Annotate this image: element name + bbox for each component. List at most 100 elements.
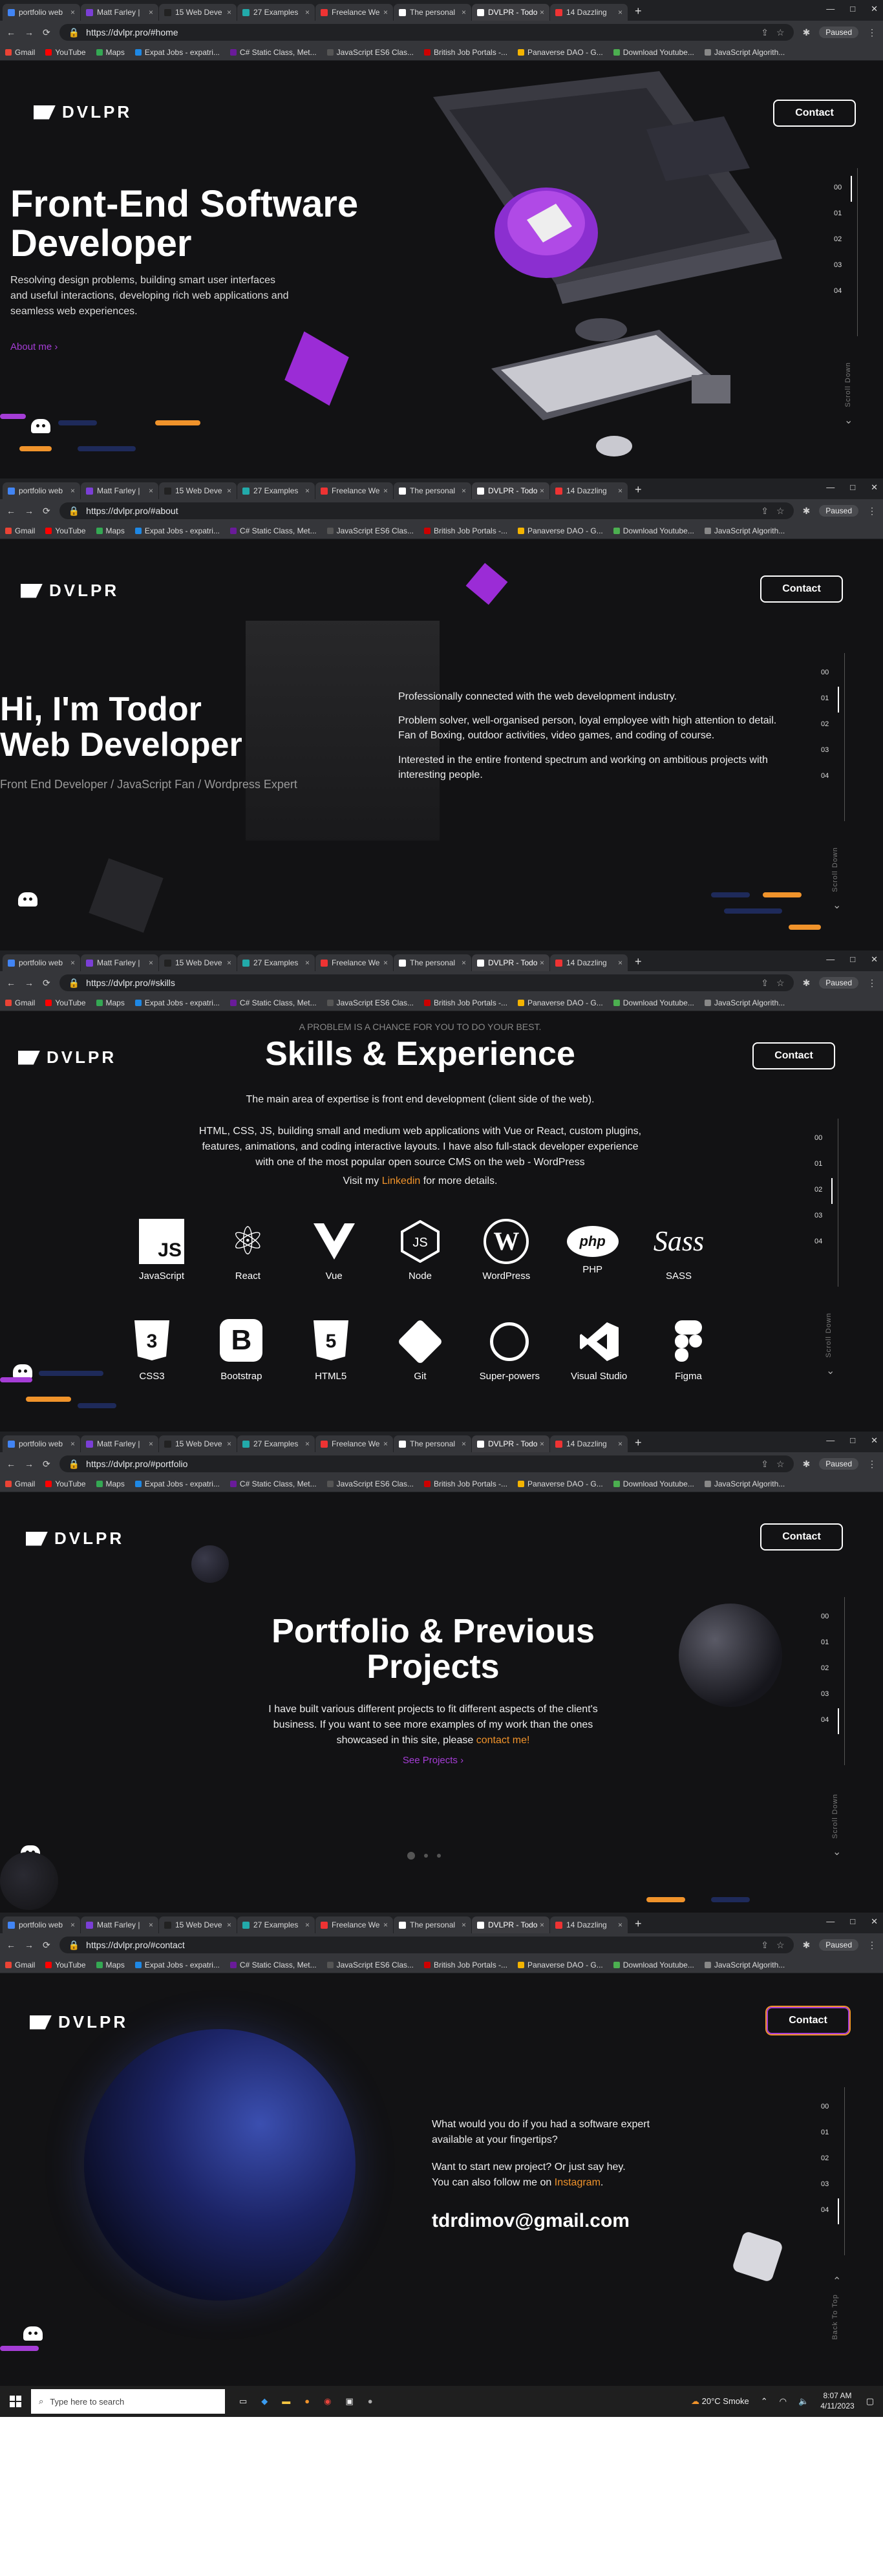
bookmark-item[interactable]: C# Static Class, Met... <box>229 1960 317 1970</box>
forward-icon[interactable]: → <box>25 978 34 988</box>
section-index-item[interactable]: 01 <box>821 687 840 713</box>
bookmark-item[interactable]: C# Static Class, Met... <box>229 526 317 535</box>
close-icon[interactable]: ✕ <box>871 4 878 14</box>
url-input[interactable]: 🔒 https://dvlpr.pro/#portfolio ⇪ ☆ <box>59 1455 794 1472</box>
bookmark-item[interactable]: JavaScript Algorith... <box>704 998 785 1007</box>
browser-tab[interactable]: 15 Web Deve × <box>159 4 237 21</box>
profile-paused-button[interactable]: Paused <box>819 1458 858 1470</box>
bookmark-item[interactable]: Expat Jobs - expatri... <box>134 48 220 57</box>
section-index-item[interactable]: 01 <box>821 1638 839 1646</box>
back-icon[interactable]: ← <box>6 1940 16 1950</box>
minimize-icon[interactable]: — <box>826 4 835 14</box>
site-logo[interactable]: DVLPR <box>21 581 119 601</box>
profile-paused-button[interactable]: Paused <box>819 505 858 517</box>
terminal-icon[interactable]: ▣ <box>346 2396 354 2407</box>
bookmark-item[interactable]: Panaverse DAO - G... <box>518 526 603 535</box>
bookmark-item[interactable]: YouTube <box>45 998 86 1007</box>
bookmark-item[interactable]: British Job Portals -... <box>424 998 507 1007</box>
app-icon[interactable]: ● <box>368 2396 373 2407</box>
windows-start-icon[interactable] <box>0 2396 31 2407</box>
bookmark-item[interactable]: Download Youtube... <box>613 48 694 57</box>
section-index-item[interactable]: 01 <box>814 1160 833 1168</box>
extensions-icon[interactable]: ✱ <box>803 1940 811 1951</box>
section-index-item[interactable]: 04 <box>821 2198 840 2224</box>
browser-tab[interactable]: Freelance We × <box>315 954 393 971</box>
browser-tab[interactable]: Matt Farley | × <box>81 482 158 499</box>
section-index-item[interactable]: 04 <box>821 772 839 780</box>
bookmark-item[interactable]: Expat Jobs - expatri... <box>134 998 220 1007</box>
bookmark-item[interactable]: Panaverse DAO - G... <box>518 48 603 57</box>
bookmark-item[interactable]: British Job Portals -... <box>424 1960 507 1970</box>
section-index-item[interactable]: 02 <box>821 1664 839 1672</box>
bookmark-item[interactable]: YouTube <box>45 48 86 57</box>
bookmark-item[interactable]: JavaScript Algorith... <box>704 1479 785 1488</box>
weather-widget[interactable]: ☁ 20°C Smoke <box>691 2396 749 2407</box>
scroll-down-label[interactable]: Scroll Down <box>844 362 852 407</box>
chevron-down-icon[interactable]: ⌄ <box>844 414 853 427</box>
browser-tab[interactable]: 14 Dazzling × <box>550 1916 628 1933</box>
star-icon[interactable]: ☆ <box>776 506 785 517</box>
browser-tab[interactable]: Freelance We × <box>315 482 393 499</box>
extensions-icon[interactable]: ✱ <box>803 1459 811 1470</box>
maximize-icon[interactable]: □ <box>850 1435 855 1446</box>
browser-tab[interactable]: 27 Examples × <box>237 1435 315 1452</box>
section-index-item[interactable]: 04 <box>821 1708 840 1734</box>
bookmark-item[interactable]: YouTube <box>45 1960 86 1970</box>
browser-tab[interactable]: 15 Web Deve × <box>159 1435 237 1452</box>
bookmark-item[interactable]: JavaScript ES6 Clas... <box>326 526 414 535</box>
browser-tab[interactable]: Matt Farley | × <box>81 1435 158 1452</box>
chevron-down-icon[interactable]: ⌄ <box>826 1364 835 1377</box>
new-tab-button[interactable]: + <box>635 483 642 497</box>
taskbar-clock[interactable]: 8:07 AM 4/11/2023 <box>820 2391 855 2411</box>
back-icon[interactable]: ← <box>6 506 16 516</box>
section-index-item[interactable]: 04 <box>814 1238 833 1245</box>
star-icon[interactable]: ☆ <box>776 978 785 989</box>
tray-arrow-icon[interactable]: ⌃ <box>761 2396 768 2407</box>
minimize-icon[interactable]: — <box>826 1916 835 1927</box>
chrome-icon[interactable]: ◉ <box>324 2396 331 2407</box>
browser-tab-active[interactable]: DVLPR - Todo × <box>472 1916 549 1933</box>
forward-icon[interactable]: → <box>25 506 34 516</box>
section-index-item[interactable]: 03 <box>834 261 852 269</box>
slider-dot[interactable] <box>437 1854 441 1858</box>
bookmark-item[interactable]: JavaScript ES6 Clas... <box>326 1960 414 1970</box>
site-logo[interactable]: DVLPR <box>30 2012 128 2032</box>
bookmark-item[interactable]: Download Youtube... <box>613 998 694 1007</box>
browser-tab[interactable]: Freelance We × <box>315 1916 393 1933</box>
bookmark-item[interactable]: Panaverse DAO - G... <box>518 1960 603 1970</box>
browser-tab[interactable]: 27 Examples × <box>237 1916 315 1933</box>
url-input[interactable]: 🔒 https://dvlpr.pro/#about ⇪ ☆ <box>59 502 794 519</box>
section-index-item[interactable]: 02 <box>814 1178 833 1204</box>
bookmark-item[interactable]: Download Youtube... <box>613 1960 694 1970</box>
bookmark-item[interactable]: C# Static Class, Met... <box>229 1479 317 1488</box>
menu-icon[interactable]: ⋮ <box>867 1940 877 1951</box>
new-tab-button[interactable]: + <box>635 5 642 18</box>
back-icon[interactable]: ← <box>6 27 16 38</box>
reload-icon[interactable]: ⟳ <box>43 978 50 989</box>
browser-tab[interactable]: Matt Farley | × <box>81 4 158 21</box>
bookmark-item[interactable]: Gmail <box>5 1960 35 1970</box>
scroll-down-label[interactable]: Scroll Down <box>825 1313 833 1358</box>
browser-tab[interactable]: portfolio web × <box>3 1916 80 1933</box>
maximize-icon[interactable]: □ <box>850 954 855 965</box>
browser-tab[interactable]: 27 Examples × <box>237 482 315 499</box>
bookmark-item[interactable]: YouTube <box>45 1479 86 1488</box>
contact-button[interactable]: Contact <box>767 2007 849 2034</box>
bookmark-item[interactable]: British Job Portals -... <box>424 1479 507 1488</box>
section-index-item[interactable]: 01 <box>821 2129 839 2136</box>
maximize-icon[interactable]: □ <box>850 4 855 14</box>
star-icon[interactable]: ☆ <box>776 1940 785 1951</box>
menu-icon[interactable]: ⋮ <box>867 506 877 517</box>
scroll-down-label[interactable]: Scroll Down <box>831 1794 839 1839</box>
bookmark-item[interactable]: British Job Portals -... <box>424 526 507 535</box>
bookmark-item[interactable]: Panaverse DAO - G... <box>518 1479 603 1488</box>
section-index-item[interactable]: 00 <box>821 2103 839 2110</box>
bookmark-item[interactable]: Gmail <box>5 1479 35 1488</box>
minimize-icon[interactable]: — <box>826 954 835 965</box>
bookmark-item[interactable]: Expat Jobs - expatri... <box>134 1479 220 1488</box>
maximize-icon[interactable]: □ <box>850 1916 855 1927</box>
section-index-item[interactable]: 04 <box>834 287 852 295</box>
browser-tab[interactable]: Freelance We × <box>315 4 393 21</box>
minimize-icon[interactable]: — <box>826 1435 835 1446</box>
section-index-item[interactable]: 00 <box>834 176 853 202</box>
